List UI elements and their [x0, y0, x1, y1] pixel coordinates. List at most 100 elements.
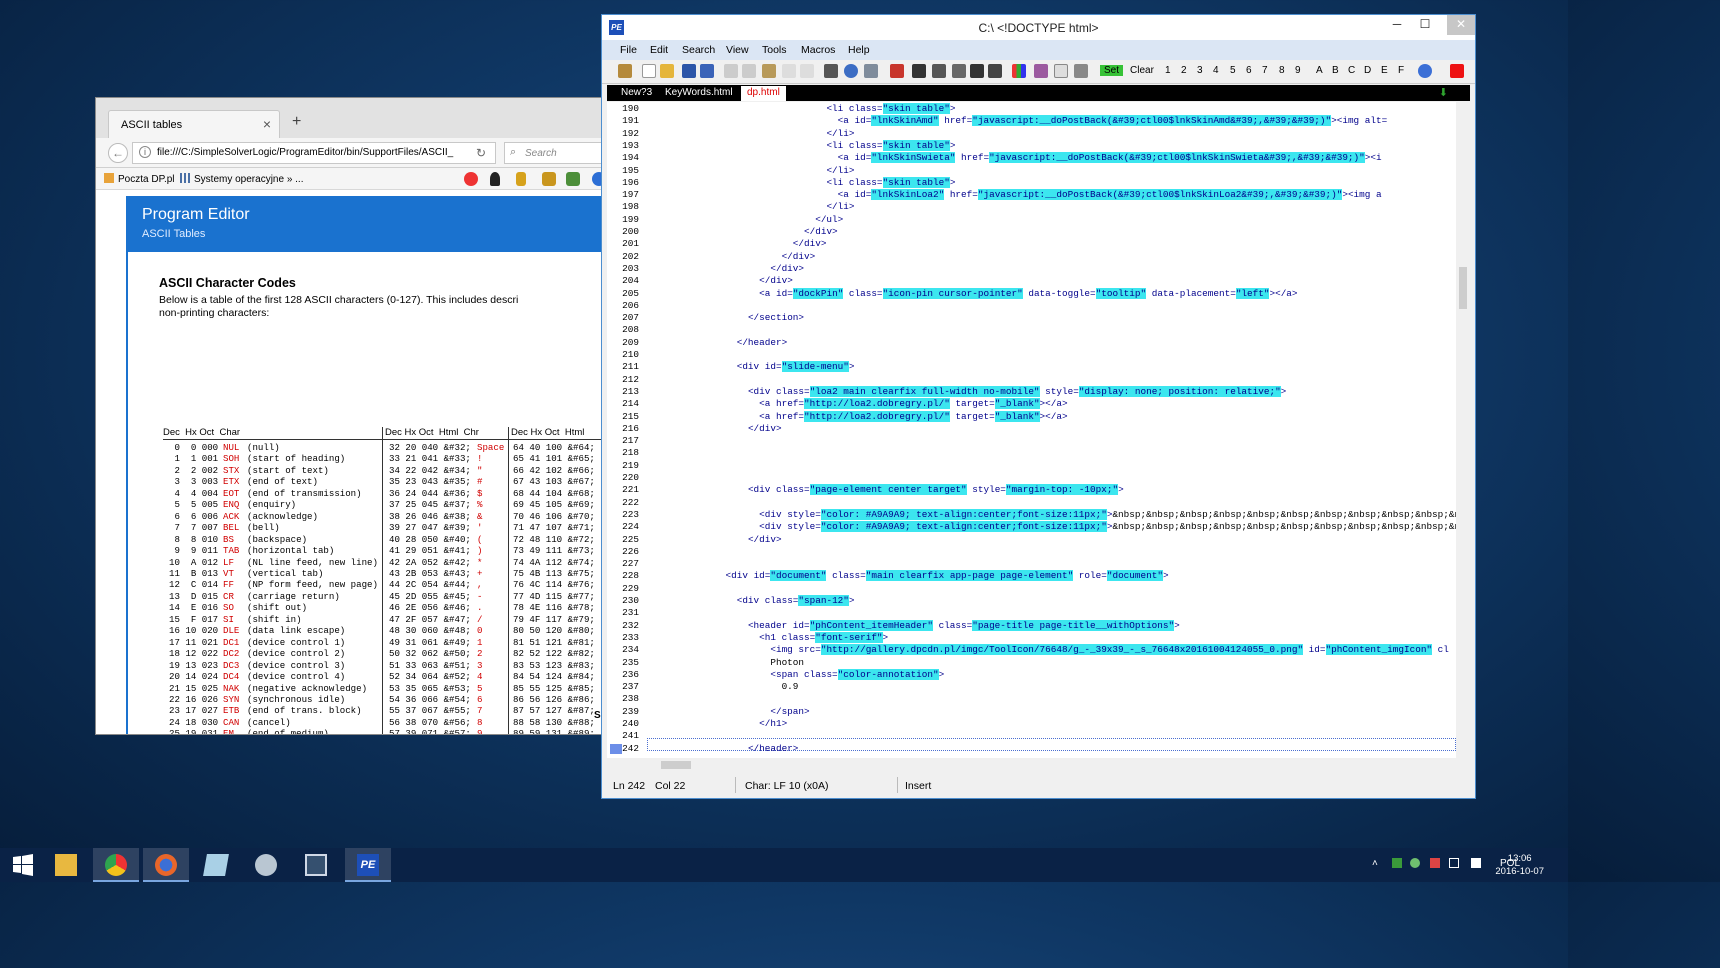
taskbar-notepad[interactable] — [193, 848, 239, 882]
code-line[interactable]: 239 </span> — [607, 706, 809, 718]
code-line[interactable]: 242 </header> — [607, 743, 798, 755]
find-icon[interactable] — [912, 64, 926, 78]
menu-macros[interactable]: Macros — [801, 44, 835, 56]
pen-icon[interactable] — [516, 172, 526, 186]
tray-network-icon[interactable] — [1392, 858, 1402, 868]
tray-app-icon[interactable] — [1410, 858, 1420, 868]
code-line[interactable]: 212 — [607, 374, 647, 386]
tab-keywords[interactable]: KeyWords.html — [659, 86, 739, 101]
bookmark-1-button[interactable]: 1 — [1165, 65, 1171, 76]
bookmark-5-button[interactable]: 5 — [1230, 65, 1236, 76]
vertical-scrollbar[interactable] — [1456, 102, 1470, 758]
bookmark-f-button[interactable]: F — [1398, 65, 1404, 76]
screenshot-icon[interactable] — [566, 172, 580, 186]
code-line[interactable]: 224 <div style="color: #A9A9A9; text-ali… — [607, 521, 1456, 533]
calendar-icon[interactable] — [824, 64, 838, 78]
code-line[interactable]: 227 — [607, 558, 647, 570]
code-editor[interactable]: 190 <li class="skin table"> 191 <a id="ln… — [607, 102, 1456, 758]
search-files-icon[interactable] — [970, 64, 984, 78]
bookmark-6-button[interactable]: 6 — [1246, 65, 1252, 76]
menu-file[interactable]: File — [620, 44, 637, 56]
bookmark-e-button[interactable]: E — [1381, 65, 1388, 76]
code-line[interactable]: 240 </h1> — [607, 718, 787, 730]
tab-new3[interactable]: New?3 — [615, 86, 658, 101]
font-color-icon[interactable] — [890, 64, 904, 78]
code-line[interactable]: 216 </div> — [607, 423, 781, 435]
bookmark-8-button[interactable]: 8 — [1279, 65, 1285, 76]
code-line[interactable]: 217 — [607, 435, 647, 447]
code-line[interactable]: 221 <div class="page-element center targ… — [607, 484, 1124, 496]
cut-icon[interactable] — [724, 64, 738, 78]
close-file-icon[interactable] — [1450, 64, 1464, 78]
bookmark-9-button[interactable]: 9 — [1295, 65, 1301, 76]
reload-icon[interactable]: ↻ — [476, 146, 486, 160]
home-icon[interactable] — [618, 64, 632, 78]
open-folder-icon[interactable] — [660, 64, 674, 78]
code-line[interactable]: 234 <img src="http://gallery.dpcdn.pl/im… — [607, 644, 1449, 656]
horizontal-scroll-thumb[interactable] — [661, 761, 691, 769]
tray-volume-icon[interactable] — [1430, 858, 1440, 868]
tray-display-icon[interactable] — [1449, 858, 1459, 868]
code-line[interactable]: 190 <li class="skin table"> — [607, 103, 955, 115]
bookmark-2-button[interactable]: 2 — [1181, 65, 1187, 76]
code-line[interactable]: 222 — [607, 497, 647, 509]
browser-tab[interactable]: ASCII tables × — [108, 110, 280, 138]
code-line[interactable]: 197 <a id="lnkSkinLoa2" href="javascript… — [607, 189, 1382, 201]
code-line[interactable]: 219 — [607, 460, 647, 472]
code-line[interactable]: 191 <a id="lnkSkinAmd" href="javascript:… — [607, 115, 1387, 127]
code-line[interactable]: 241 — [607, 730, 647, 742]
code-line[interactable]: 235 Photon — [607, 657, 804, 669]
code-line[interactable]: 218 — [607, 447, 647, 459]
close-window-button[interactable]: ✕ — [1447, 15, 1475, 35]
bookmark-4-button[interactable]: 4 — [1213, 65, 1219, 76]
bookmark-systemy[interactable]: Systemy operacyjne » ... — [180, 173, 304, 185]
code-line[interactable]: 233 <h1 class="font-serif"> — [607, 631, 888, 644]
search-input[interactable]: ⌕ Search — [504, 142, 604, 164]
code-line[interactable]: 226 — [607, 546, 647, 558]
taskbar-virtualbox[interactable] — [293, 848, 339, 882]
clock-icon[interactable] — [844, 64, 858, 78]
horizontal-scrollbar[interactable] — [647, 758, 1456, 772]
code-line[interactable]: 209 </header> — [607, 337, 787, 349]
maximize-button[interactable]: ☐ — [1411, 15, 1439, 35]
tab-dp-html[interactable]: dp.html — [741, 86, 786, 101]
tray-chevron-icon[interactable]: ˄ — [1372, 858, 1378, 869]
code-line[interactable]: 210 — [607, 349, 647, 361]
code-line[interactable]: 203 </div> — [607, 263, 804, 275]
code-line[interactable]: 207 </section> — [607, 312, 804, 324]
code-line[interactable]: 215 <a href="http://loa2.dobregry.pl/" t… — [607, 410, 1068, 423]
taskbar-tools[interactable] — [243, 848, 289, 882]
color-palette-icon[interactable] — [1012, 64, 1026, 78]
code-line[interactable]: 220 — [607, 472, 647, 484]
code-line[interactable]: 213 <div class="loa2 main clearfix full-… — [607, 385, 1286, 398]
vertical-scroll-thumb[interactable] — [1459, 267, 1467, 309]
code-line[interactable]: 229 — [607, 583, 647, 595]
menu-help[interactable]: Help — [848, 44, 870, 56]
tray-notification-icon[interactable] — [1471, 858, 1481, 868]
code-line[interactable]: 214 <a href="http://loa2.dobregry.pl/" t… — [607, 398, 1068, 410]
menu-edit[interactable]: Edit — [650, 44, 668, 56]
taskbar-program-editor[interactable]: PE — [345, 848, 391, 882]
code-line[interactable]: 200 </div> — [607, 226, 838, 238]
code-line[interactable]: 232 <header id="phContent_itemHeader" cl… — [607, 619, 1180, 632]
bookmark-d-button[interactable]: D — [1364, 65, 1371, 76]
copy-icon[interactable] — [742, 64, 756, 78]
code-line[interactable]: 195 </li> — [607, 165, 854, 177]
format-icon[interactable] — [864, 64, 878, 78]
minimize-button[interactable]: ─ — [1383, 15, 1411, 35]
download-icon[interactable]: ⬇ — [1439, 86, 1448, 99]
code-line[interactable]: 238 — [607, 693, 647, 705]
new-file-icon[interactable] — [642, 64, 656, 78]
notes-icon[interactable] — [542, 172, 556, 186]
new-tab-button[interactable]: + — [292, 113, 301, 131]
menu-search[interactable]: Search — [682, 44, 715, 56]
print-preview-icon[interactable] — [1054, 64, 1068, 78]
info-icon[interactable]: i — [139, 146, 151, 158]
save-all-icon[interactable] — [700, 64, 714, 78]
adblock-icon[interactable] — [464, 172, 478, 186]
code-line[interactable]: 201 </div> — [607, 238, 826, 250]
code-line[interactable]: 230 <div class="span-12"> — [607, 595, 855, 607]
bookmark-b-button[interactable]: B — [1332, 65, 1339, 76]
bookmark-3-button[interactable]: 3 — [1197, 65, 1203, 76]
menu-tools[interactable]: Tools — [762, 44, 787, 56]
